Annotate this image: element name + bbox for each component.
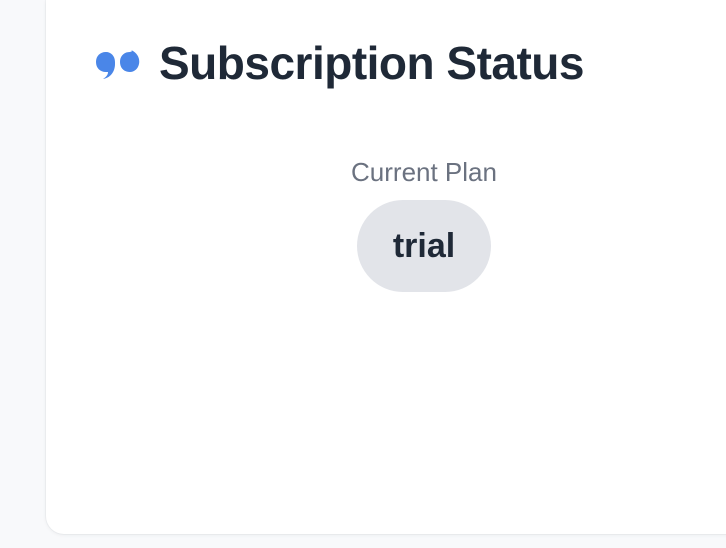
plan-status-badge: trial [357,200,491,293]
current-plan-label: Current Plan [351,157,497,187]
quote-icon [96,50,140,79]
card-header: Subscription Status [95,40,584,86]
subscription-card: Subscription Status Current Plan trial [46,0,726,534]
page-title: Subscription Status [159,37,584,89]
current-plan-section: Current Plan trial [46,157,726,293]
